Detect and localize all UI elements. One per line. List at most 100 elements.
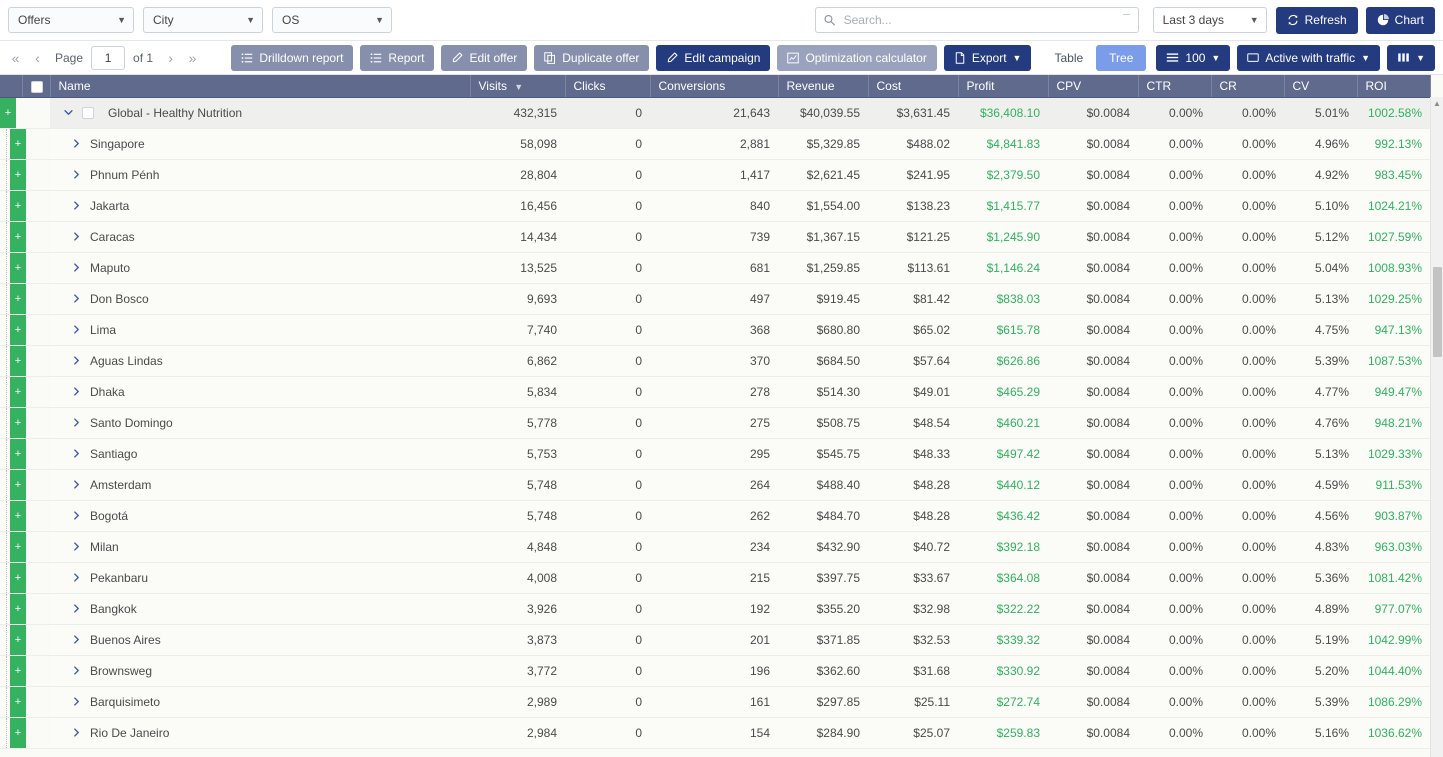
first-page-button[interactable]: « (6, 47, 25, 69)
edit-campaign-button[interactable]: Edit campaign (656, 45, 770, 71)
expand-chevron-icon[interactable] (66, 448, 86, 459)
header-profit[interactable]: Profit (958, 75, 1048, 97)
add-row-marker[interactable]: + (10, 346, 26, 376)
expand-chevron-icon[interactable] (66, 262, 86, 273)
table-row[interactable]: +Don Bosco9,6930497$919.45$81.42$838.03$… (0, 283, 1430, 314)
header-cost[interactable]: Cost (868, 75, 958, 97)
expand-chevron-icon[interactable] (66, 324, 86, 335)
add-row-marker[interactable]: + (10, 377, 26, 407)
add-row-marker[interactable]: + (0, 98, 16, 128)
scroll-up-arrow[interactable]: ▲ (1431, 97, 1443, 110)
add-row-marker[interactable]: + (10, 718, 26, 748)
add-row-marker[interactable]: + (10, 129, 26, 159)
city-dropdown[interactable]: City ▼ (143, 7, 263, 33)
prev-page-button[interactable]: ‹ (28, 47, 47, 69)
columns-settings-button[interactable]: ▼ (1387, 45, 1435, 71)
expand-chevron-icon[interactable] (66, 696, 86, 707)
add-row-marker[interactable]: + (10, 594, 26, 624)
page-number-input[interactable] (91, 46, 125, 70)
duplicate-offer-button[interactable]: Duplicate offer (534, 45, 649, 71)
add-row-marker[interactable]: + (10, 687, 26, 717)
collapse-chevron-icon[interactable] (58, 107, 78, 118)
header-ctr[interactable]: CTR (1138, 75, 1211, 97)
expand-chevron-icon[interactable] (66, 200, 86, 211)
table-row[interactable]: +Buenos Aires3,8730201$371.85$32.53$339.… (0, 624, 1430, 655)
add-row-marker[interactable]: + (10, 563, 26, 593)
header-conversions[interactable]: Conversions (650, 75, 778, 97)
expand-chevron-icon[interactable] (66, 634, 86, 645)
last-page-button[interactable]: » (183, 47, 202, 69)
header-roi[interactable]: ROI (1357, 75, 1430, 97)
export-button[interactable]: Export ▼ (944, 45, 1032, 71)
table-row[interactable]: +Aguas Lindas6,8620370$684.50$57.64$626.… (0, 345, 1430, 376)
add-row-marker[interactable]: + (10, 470, 26, 500)
table-row[interactable]: +Bogotá5,7480262$484.70$48.28$436.42$0.0… (0, 500, 1430, 531)
table-row[interactable]: +Milan4,8480234$432.90$40.72$392.18$0.00… (0, 531, 1430, 562)
expand-chevron-icon[interactable] (66, 138, 86, 149)
header-revenue[interactable]: Revenue (778, 75, 868, 97)
add-row-marker[interactable]: + (10, 222, 26, 252)
drilldown-report-button[interactable]: Drilldown report (231, 45, 353, 71)
table-row[interactable]: +Rio De Janeiro2,9840154$284.90$25.07$25… (0, 717, 1430, 748)
expand-chevron-icon[interactable] (66, 572, 86, 583)
row-checkbox[interactable] (82, 107, 94, 119)
expand-chevron-icon[interactable] (66, 727, 86, 738)
table-row[interactable]: +Bangkok3,9260192$355.20$32.98$322.22$0.… (0, 593, 1430, 624)
header-select-all[interactable] (22, 75, 50, 97)
table-row[interactable]: +Lima7,7400368$680.80$65.02$615.78$0.008… (0, 314, 1430, 345)
add-row-marker[interactable]: + (10, 501, 26, 531)
expand-chevron-icon[interactable] (66, 293, 86, 304)
add-row-marker[interactable]: + (10, 253, 26, 283)
vertical-scrollbar[interactable]: ▲ (1430, 97, 1443, 757)
expand-chevron-icon[interactable] (66, 510, 86, 521)
optimization-calculator-button[interactable]: Optimization calculator (777, 45, 936, 71)
next-page-button[interactable]: › (161, 47, 180, 69)
add-row-marker[interactable]: + (10, 625, 26, 655)
select-all-checkbox[interactable] (31, 81, 43, 93)
table-row[interactable]: +Santiago5,7530295$545.75$48.33$497.42$0… (0, 438, 1430, 469)
expand-chevron-icon[interactable] (66, 541, 86, 552)
expand-chevron-icon[interactable] (66, 603, 86, 614)
date-range-dropdown[interactable]: Last 3 days ▼ (1153, 7, 1267, 33)
add-row-marker[interactable]: + (10, 284, 26, 314)
table-row[interactable]: +Phnum Pénh28,80401,417$2,621.45$241.95$… (0, 159, 1430, 190)
header-cpv[interactable]: CPV (1048, 75, 1138, 97)
view-mode-table[interactable]: Table (1041, 45, 1096, 71)
header-visits[interactable]: Visits ▼ (470, 75, 565, 97)
header-clicks[interactable]: Clicks (565, 75, 650, 97)
add-row-marker[interactable]: + (10, 656, 26, 686)
expand-chevron-icon[interactable] (66, 355, 86, 366)
table-row[interactable]: +Jakarta16,4560840$1,554.00$138.23$1,415… (0, 190, 1430, 221)
report-button[interactable]: Report (360, 45, 434, 71)
table-row[interactable]: +Brownsweg3,7720196$362.60$31.68$330.92$… (0, 655, 1430, 686)
table-row[interactable]: +Global - Healthy Nutrition432,315021,64… (0, 97, 1430, 128)
table-row[interactable]: +Dhaka5,8340278$514.30$49.01$465.29$0.00… (0, 376, 1430, 407)
expand-chevron-icon[interactable] (66, 417, 86, 428)
table-row[interactable]: +Amsterdam5,7480264$488.40$48.28$440.12$… (0, 469, 1430, 500)
header-cr[interactable]: CR (1211, 75, 1284, 97)
status-filter-button[interactable]: Active with traffic ▼ (1237, 45, 1380, 71)
add-row-marker[interactable]: + (10, 315, 26, 345)
table-row[interactable]: +Barquisimeto2,9890161$297.85$25.11$272.… (0, 686, 1430, 717)
expand-chevron-icon[interactable] (66, 665, 86, 676)
table-row[interactable]: +Singapore58,09802,881$5,329.85$488.02$4… (0, 128, 1430, 159)
refresh-button[interactable]: Refresh (1276, 7, 1358, 34)
offers-dropdown[interactable]: Offers ▼ (8, 7, 134, 33)
chart-button[interactable]: Chart (1366, 7, 1435, 34)
expand-chevron-icon[interactable] (66, 169, 86, 180)
search-clear-icon[interactable] (1123, 14, 1130, 15)
add-row-marker[interactable]: + (10, 439, 26, 469)
add-row-marker[interactable]: + (10, 532, 26, 562)
view-mode-tree[interactable]: Tree (1096, 45, 1146, 71)
edit-offer-button[interactable]: Edit offer (441, 45, 527, 71)
table-row[interactable]: +Santo Domingo5,7780275$508.75$48.54$460… (0, 407, 1430, 438)
header-name[interactable]: Name (50, 75, 470, 97)
header-cv[interactable]: CV (1284, 75, 1357, 97)
table-row[interactable]: +Maputo13,5250681$1,259.85$113.61$1,146.… (0, 252, 1430, 283)
add-row-marker[interactable]: + (10, 160, 26, 190)
add-row-marker[interactable]: + (10, 408, 26, 438)
search-input[interactable] (815, 7, 1139, 33)
add-row-marker[interactable]: + (10, 191, 26, 221)
expand-chevron-icon[interactable] (66, 231, 86, 242)
table-row[interactable]: +Pekanbaru4,0080215$397.75$33.67$364.08$… (0, 562, 1430, 593)
